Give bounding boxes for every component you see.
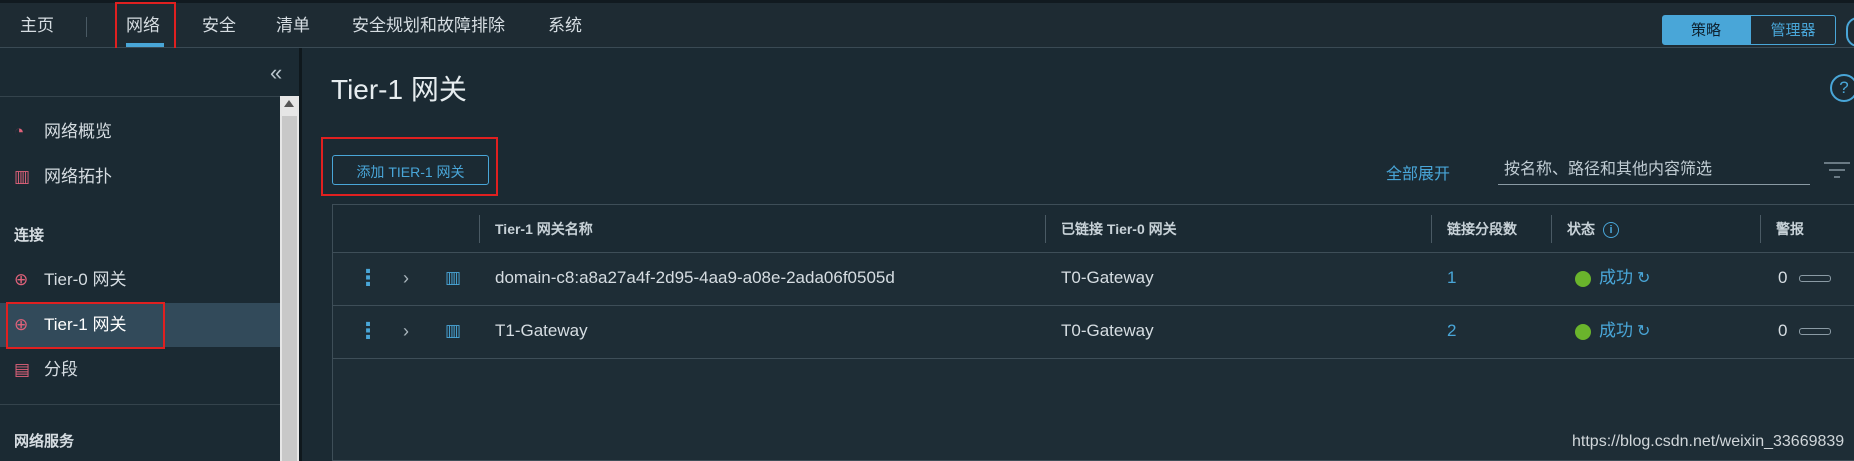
column-divider [1551, 215, 1552, 243]
column-header-status[interactable]: 状态 i [1567, 205, 1619, 253]
nav-divider [86, 17, 87, 37]
highlight-box-networking [115, 2, 176, 53]
gateway-table: Tier-1 网关名称 已链接 Tier-0 网关 链接分段数 状态 i 警报 ⋮… [332, 204, 1854, 461]
column-header-tier0[interactable]: 已链接 Tier-0 网关 [1061, 205, 1177, 253]
scrollbar-thumb[interactable] [282, 116, 297, 461]
top-nav-bar: 主页 网络 安全 清单 安全规划和故障排除 系统 策略 管理器 [0, 0, 1854, 48]
highlight-box-add-button [321, 137, 498, 196]
sidebar-divider-line [0, 404, 280, 405]
sidebar-section-network-services: 网络服务 [14, 433, 75, 450]
column-divider [1760, 215, 1761, 243]
table-row: ⋮ › ▥ T1-Gateway T0-Gateway 2 成功 ↻ 0 [333, 306, 1854, 359]
expand-row-chevron-icon[interactable]: › [403, 253, 409, 303]
status-text[interactable]: 成功 [1599, 268, 1633, 287]
sidebar-item-network-topology[interactable]: ▥ 网络拓扑 [0, 155, 280, 199]
sidebar-item-label: 网络概览 [44, 122, 112, 141]
scroll-up-arrow-icon[interactable] [284, 100, 294, 107]
segment-icon: ▤ [14, 360, 31, 379]
gauge-icon: ◔ [14, 122, 25, 141]
map-icon: ▥ [14, 167, 31, 186]
success-status-icon [1575, 323, 1591, 340]
column-header-segments[interactable]: 链接分段数 [1447, 205, 1517, 253]
refresh-icon[interactable]: ↻ [1637, 270, 1650, 287]
column-divider [479, 215, 480, 243]
gateway-name: T1-Gateway [495, 321, 588, 340]
alarms-cell: 0 [1778, 253, 1832, 303]
row-actions-kebab-icon[interactable]: ⋮ [357, 306, 379, 356]
policy-mode-button[interactable]: 策略 [1662, 15, 1750, 45]
sidebar-item-label: 网络拓扑 [44, 167, 112, 186]
status-cell: 成功 ↻ [1575, 306, 1650, 356]
filter-icon[interactable] [1822, 160, 1852, 180]
alarm-bar-icon [1799, 328, 1832, 336]
gateway-icon: ⊕ [14, 270, 29, 289]
table-row: ⋮ › ▥ domain-c8:a8a27a4f-2d95-4aa9-a08e-… [333, 253, 1854, 306]
column-divider [1431, 215, 1432, 243]
nav-inventory[interactable]: 清单 [276, 3, 310, 48]
alarm-bar-icon [1799, 275, 1832, 283]
page-title: Tier-1 网关 [331, 74, 467, 105]
highlight-box-tier1 [6, 302, 165, 349]
sidebar-item-segments[interactable]: ▤ 分段 [0, 348, 280, 392]
sidebar-divider-line [0, 96, 280, 97]
linked-tier0-gateway: T0-Gateway [1061, 268, 1154, 287]
alarms-count: 0 [1778, 268, 1788, 287]
info-icon[interactable]: i [1603, 222, 1619, 239]
user-menu-button[interactable] [1846, 17, 1854, 47]
linked-tier0-gateway: T0-Gateway [1061, 321, 1154, 340]
filter-input[interactable] [1498, 155, 1810, 185]
table-header: Tier-1 网关名称 已链接 Tier-0 网关 链接分段数 状态 i 警报 [333, 205, 1854, 253]
sidebar-item-label: 分段 [44, 360, 78, 379]
sidebar-item-label: Tier-0 网关 [44, 270, 127, 289]
column-divider [1045, 215, 1046, 243]
status-header-label: 状态 [1567, 221, 1595, 237]
expand-row-chevron-icon[interactable]: › [403, 306, 409, 356]
watermark-text: https://blog.csdn.net/weixin_33669839 [1572, 433, 1845, 450]
success-status-icon [1575, 270, 1591, 287]
linked-segments-count[interactable]: 2 [1447, 306, 1456, 356]
topology-map-icon[interactable]: ▥ [445, 306, 461, 356]
column-header-name[interactable]: Tier-1 网关名称 [495, 205, 593, 253]
sidebar-edge [299, 48, 302, 461]
collapse-sidebar-icon[interactable]: « [270, 60, 282, 86]
nav-system[interactable]: 系统 [548, 3, 582, 48]
column-header-alarms[interactable]: 警报 [1776, 205, 1804, 253]
linked-segments-count[interactable]: 1 [1447, 253, 1456, 303]
status-cell: 成功 ↻ [1575, 253, 1650, 303]
row-actions-kebab-icon[interactable]: ⋮ [357, 253, 379, 303]
nav-security[interactable]: 安全 [202, 3, 236, 48]
help-icon[interactable]: ? [1830, 74, 1854, 102]
nav-plan-troubleshoot[interactable]: 安全规划和故障排除 [352, 3, 505, 48]
expand-all-link[interactable]: 全部展开 [1386, 160, 1450, 184]
sidebar-item-tier0[interactable]: ⊕ Tier-0 网关 [0, 258, 280, 302]
sidebar-section-connect: 连接 [14, 227, 45, 244]
gateway-name: domain-c8:a8a27a4f-2d95-4aa9-a08e-2ada06… [495, 268, 895, 287]
topology-map-icon[interactable]: ▥ [445, 253, 461, 303]
manager-mode-button[interactable]: 管理器 [1750, 15, 1836, 45]
status-text[interactable]: 成功 [1599, 321, 1633, 340]
sidebar-scrollbar[interactable] [280, 96, 299, 461]
refresh-icon[interactable]: ↻ [1637, 323, 1650, 340]
alarms-count: 0 [1778, 321, 1788, 340]
nav-home[interactable]: 主页 [20, 3, 54, 48]
alarms-cell: 0 [1778, 306, 1832, 356]
sidebar-item-network-overview[interactable]: ◔ 网络概览 [0, 110, 280, 154]
